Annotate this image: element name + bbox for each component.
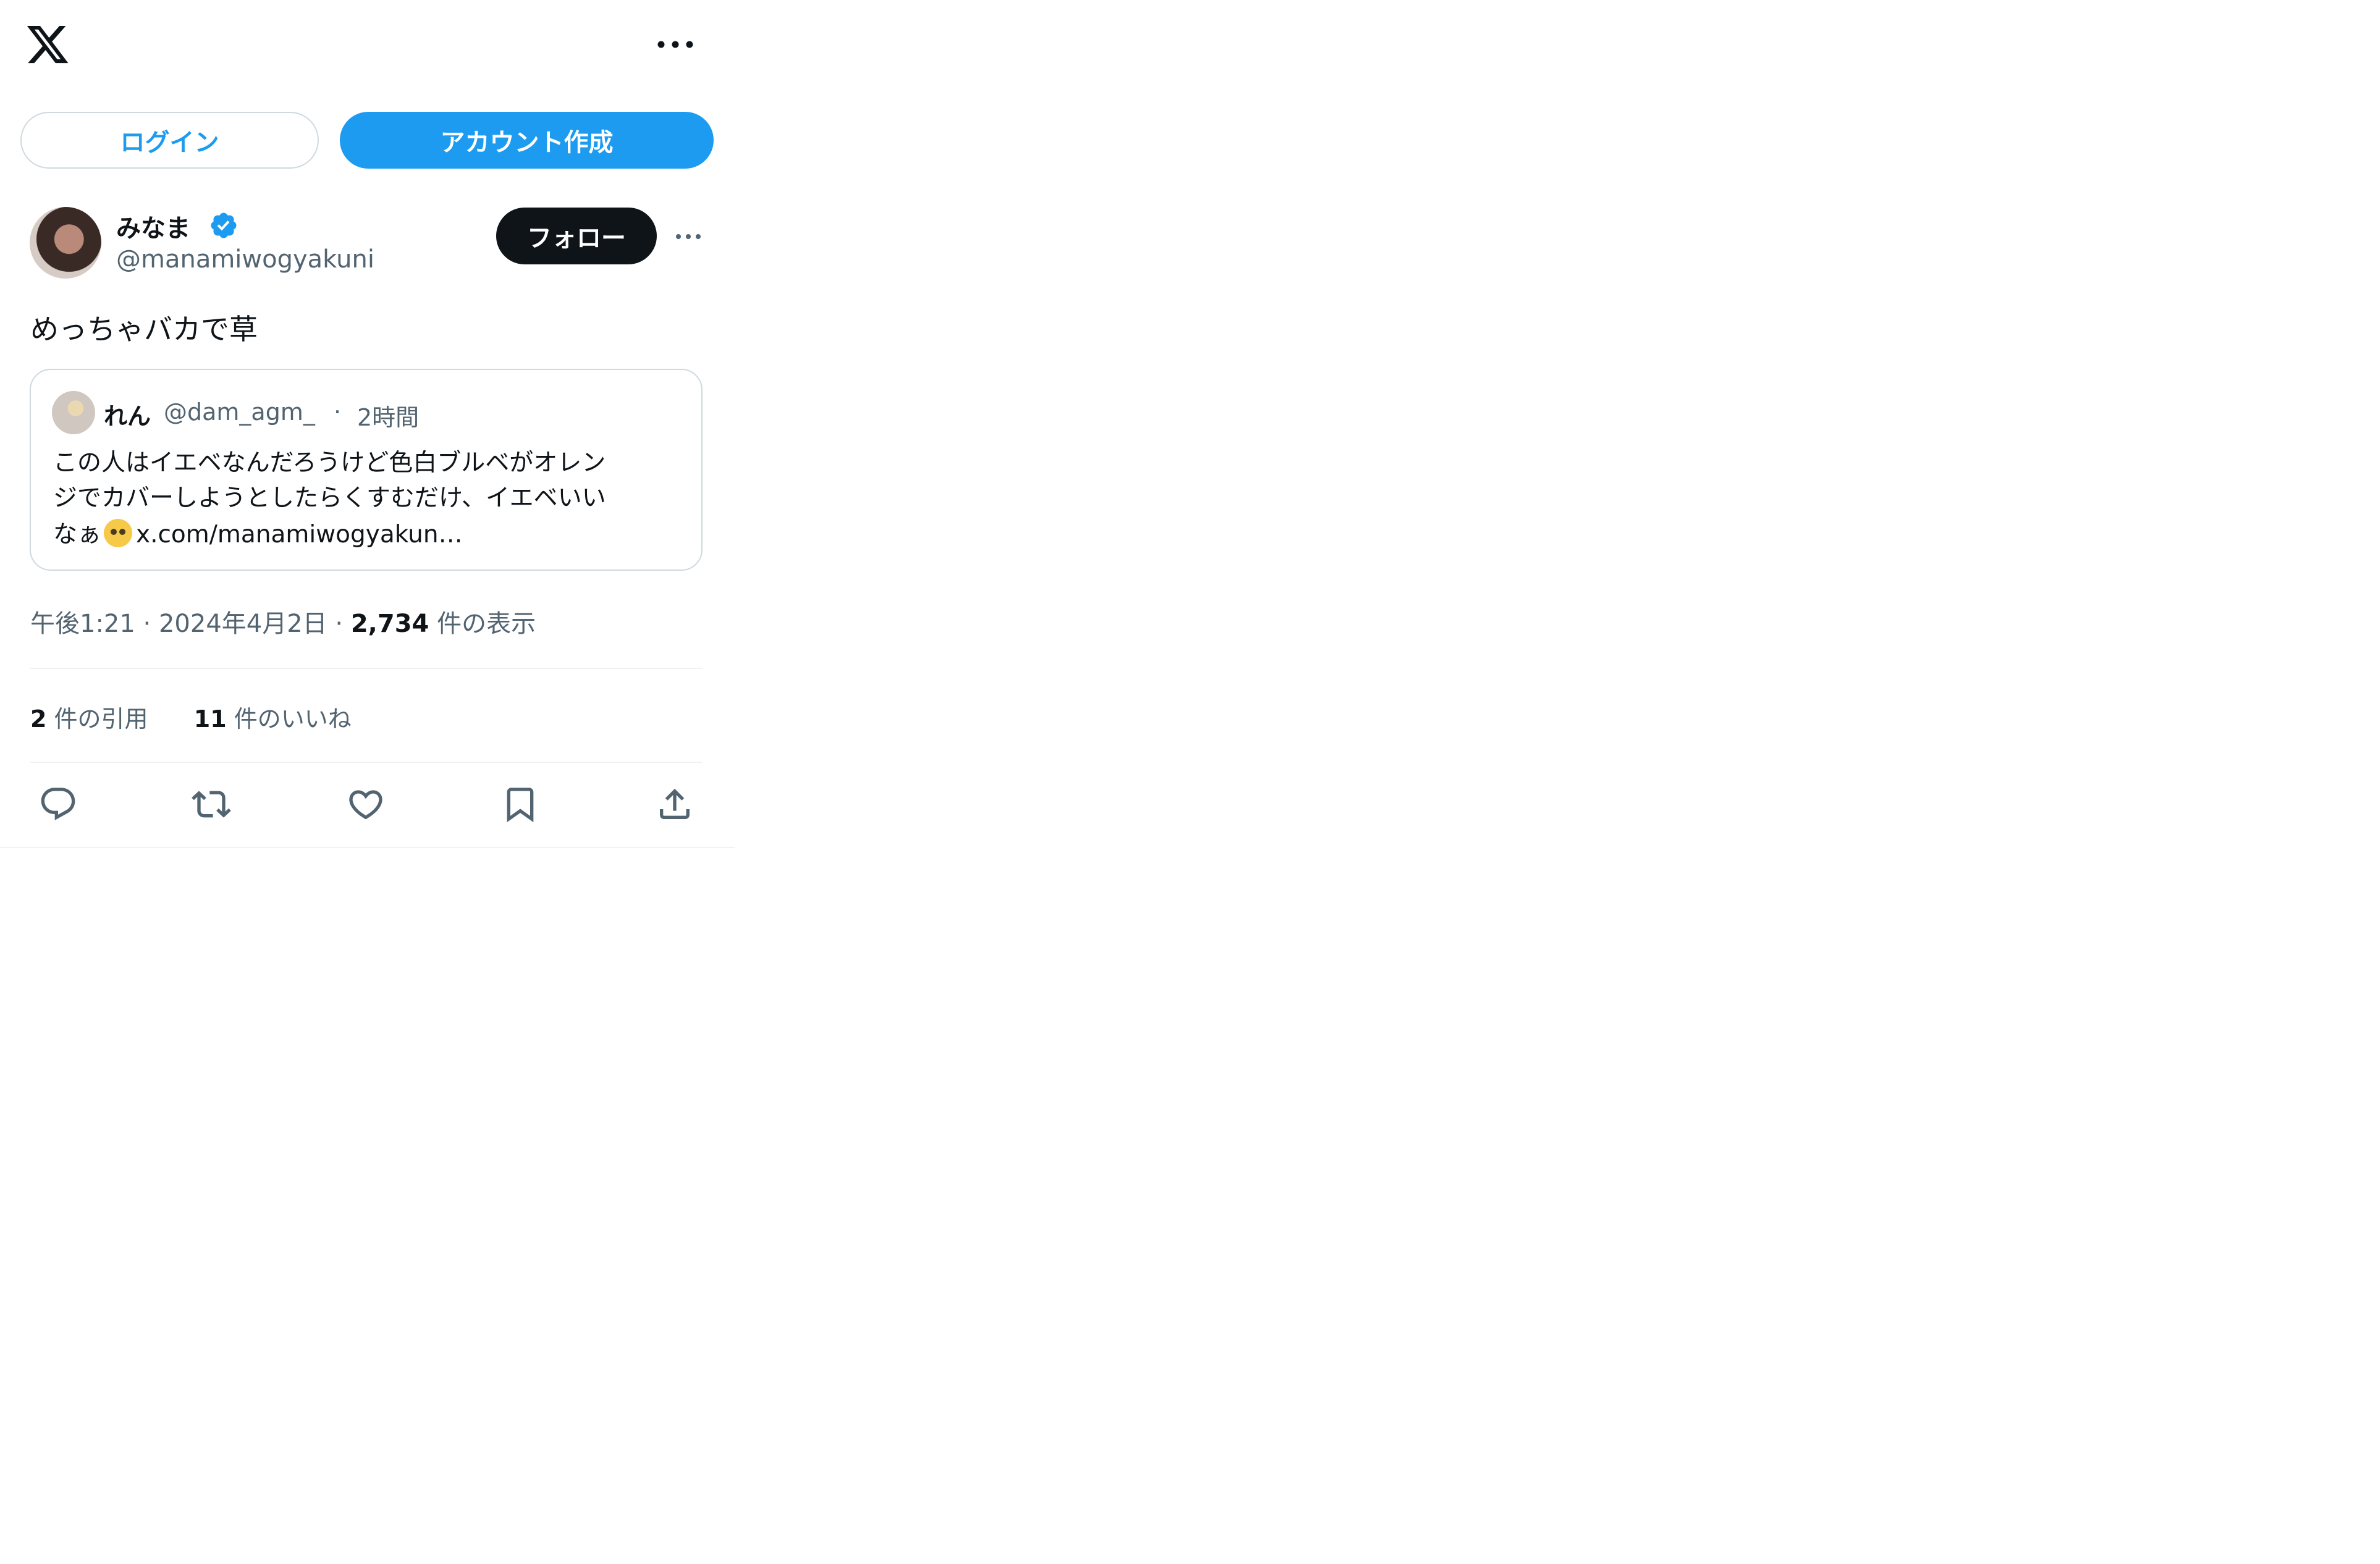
- quote-author-name: れん: [104, 403, 151, 430]
- quote-text-line: この人はイエベなんだろうけど色白ブルベがオレン: [53, 449, 606, 477]
- likes-link[interactable]: 11 件のいいね: [194, 705, 352, 733]
- quotes-link[interactable]: 2 件の引用: [30, 705, 148, 733]
- follow-button[interactable]: フォロー: [496, 208, 657, 264]
- likes-label: 件のいいね: [234, 705, 352, 733]
- quote-time: 2時間: [357, 404, 420, 431]
- tweet-date[interactable]: 2024年4月2日: [159, 610, 327, 638]
- bookmark-icon[interactable]: [500, 784, 540, 824]
- author-handle[interactable]: @manamiwogyakuni: [116, 245, 374, 274]
- quote-text-prefix: なぁ: [53, 521, 102, 549]
- x-logo-icon[interactable]: [25, 22, 70, 67]
- tweet-meta: 午後1:21 · 2024年4月2日 · 2,734 件の表示: [30, 603, 536, 639]
- quotes-count: 2: [30, 705, 47, 733]
- meta-separator: ·: [143, 610, 151, 638]
- tweet-more-icon[interactable]: [675, 232, 702, 242]
- tweet-stats: 2 件の引用 11 件のいいね: [30, 700, 352, 734]
- share-icon[interactable]: [655, 784, 694, 824]
- verified-badge-icon: [211, 212, 237, 238]
- quote-avatar: [52, 391, 95, 434]
- tweet-time[interactable]: 午後1:21: [30, 610, 135, 638]
- views-label: 件の表示: [437, 610, 536, 638]
- divider: [30, 668, 703, 669]
- quote-separator: ·: [334, 398, 342, 426]
- quote-author-handle: @dam_agm_: [164, 398, 315, 426]
- likes-count: 11: [193, 705, 227, 733]
- signup-button[interactable]: アカウント作成: [340, 112, 714, 169]
- pleading-face-emoji-icon: [104, 519, 133, 547]
- views-count: 2,734: [350, 610, 429, 638]
- reply-icon[interactable]: [38, 784, 78, 824]
- quote-text-line: なぁ x.com/manamiwogyakun…: [53, 514, 463, 550]
- quote-text-line: ジでカバーしようとしたらくすむだけ、イエベいい: [53, 484, 606, 512]
- avatar[interactable]: [30, 207, 101, 279]
- meta-separator: ·: [335, 610, 344, 638]
- like-icon[interactable]: [346, 784, 386, 824]
- login-button[interactable]: ログイン: [20, 112, 319, 169]
- more-horizontal-icon[interactable]: [655, 37, 696, 52]
- divider: [0, 847, 735, 848]
- quote-link[interactable]: x.com/manamiwogyakun…: [136, 521, 463, 549]
- quotes-label: 件の引用: [54, 705, 148, 733]
- retweet-icon[interactable]: [192, 784, 231, 824]
- divider: [30, 762, 703, 763]
- tweet-text: めっちゃバカで草: [30, 313, 258, 346]
- author-name[interactable]: みなま: [116, 208, 190, 244]
